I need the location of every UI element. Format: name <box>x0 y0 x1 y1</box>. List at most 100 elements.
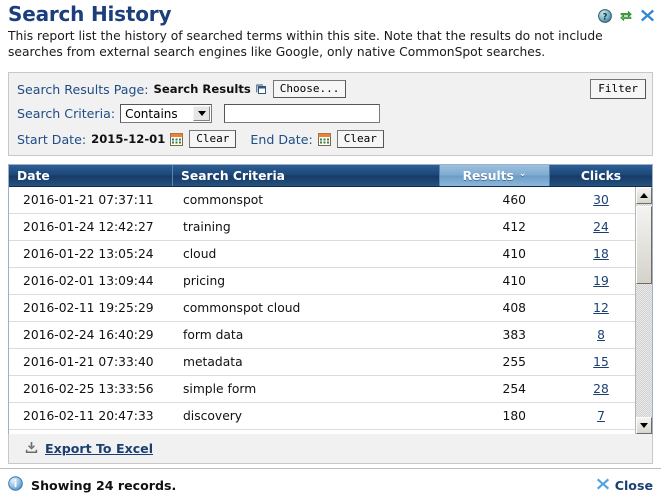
clicks-link[interactable]: 28 <box>593 382 609 396</box>
export-to-excel-link[interactable]: Export To Excel <box>45 441 153 456</box>
table-vertical-scrollbar[interactable] <box>635 187 652 434</box>
choose-button[interactable]: Choose... <box>272 80 347 98</box>
table-row: 2016-01-21 07:37:11 commonspot 460 30 <box>9 187 652 214</box>
column-header-search-criteria-label: Search Criteria <box>181 168 285 183</box>
column-header-results[interactable]: Results ⌄ <box>440 165 550 186</box>
page-description: This report list the history of searched… <box>8 29 603 59</box>
table-row: 2016-02-24 16:40:29 form data 383 8 <box>9 322 652 349</box>
start-date-clear-button[interactable]: Clear <box>189 130 237 148</box>
clicks-link[interactable]: 18 <box>593 247 609 261</box>
close-icon <box>596 476 610 495</box>
table-row: 2016-01-24 12:42:27 training 412 24 <box>9 214 652 241</box>
scroll-down-button[interactable] <box>636 417 652 434</box>
clicks-link[interactable]: 15 <box>593 355 609 369</box>
refresh-icon[interactable] <box>619 9 633 23</box>
start-date-value: 2015-12-01 <box>91 132 166 146</box>
table-row: 2016-02-11 20:47:33 discovery 180 7 <box>9 403 652 430</box>
end-date-calendar-icon[interactable] <box>317 132 331 146</box>
search-history-table: Date Search Criteria Results ⌄ Clicks 20… <box>8 164 653 434</box>
cell-results: 408 <box>502 301 526 315</box>
cell-search-criteria: training <box>183 220 231 234</box>
clicks-link[interactable]: 12 <box>593 301 609 315</box>
sort-descending-icon: ⌄ <box>518 169 527 179</box>
cell-search-criteria: form data <box>183 328 244 342</box>
table-row: 2016-02-01 13:09:44 pricing 410 19 <box>9 268 652 295</box>
start-date-calendar-icon[interactable] <box>170 132 184 146</box>
search-history-dialog: Search History ? This report list the hi… <box>0 0 661 501</box>
column-header-search-criteria[interactable]: Search Criteria <box>173 165 440 186</box>
clicks-link[interactable]: 24 <box>593 220 609 234</box>
table-row: 2016-01-21 07:33:40 metadata 255 15 <box>9 349 652 376</box>
svg-text:?: ? <box>603 12 608 22</box>
table-row: 2016-02-11 19:25:29 commonspot cloud 408 12 <box>9 295 652 322</box>
table-header-row: Date Search Criteria Results ⌄ Clicks <box>9 165 652 187</box>
search-criteria-label: Search Criteria: <box>17 106 116 121</box>
filter-row-dates: Start Date: 2015-12-01 Clear End Date: C… <box>17 130 384 148</box>
cell-date: 2016-02-11 20:47:33 <box>23 409 154 423</box>
cell-date: 2016-01-21 07:33:40 <box>23 355 154 369</box>
cell-results: 383 <box>502 328 526 342</box>
status-message-group: Showing 24 records. <box>8 475 177 495</box>
cell-search-criteria: pricing <box>183 274 226 288</box>
header-icon-group: ? <box>598 8 655 23</box>
results-page-value: Search Results <box>153 82 251 96</box>
status-message: Showing 24 records. <box>31 477 177 493</box>
criteria-value-input[interactable] <box>224 104 381 123</box>
cell-date: 2016-02-01 13:09:44 <box>23 274 154 288</box>
export-bar: Export To Excel <box>8 434 653 464</box>
cell-date: 2016-01-21 07:37:11 <box>23 193 154 207</box>
cell-results: 255 <box>502 355 526 369</box>
table-row: 2016-02-25 13:33:56 simple form 254 28 <box>9 376 652 403</box>
start-date-label: Start Date: <box>17 131 87 147</box>
column-header-date-label: Date <box>17 168 50 183</box>
cell-search-criteria: metadata <box>183 355 243 369</box>
clicks-link[interactable]: 8 <box>597 328 605 342</box>
cell-search-criteria: discovery <box>183 409 243 423</box>
cell-search-criteria: simple form <box>183 382 257 396</box>
export-icon <box>25 439 38 458</box>
open-popup-icon[interactable] <box>256 84 267 95</box>
criteria-operator-value: Contains <box>125 106 178 121</box>
cell-results: 412 <box>502 220 526 234</box>
close-button[interactable]: Close <box>596 476 653 495</box>
table-row: 2016-01-22 13:05:24 cloud 410 18 <box>9 241 652 268</box>
page-title: Search History <box>8 2 172 26</box>
filter-button[interactable]: Filter <box>590 79 646 99</box>
cell-date: 2016-01-22 13:05:24 <box>23 247 154 261</box>
scroll-up-button[interactable] <box>636 187 652 204</box>
cell-results: 460 <box>502 193 526 207</box>
filter-panel: Search Results Page: Search Results Choo… <box>8 72 653 156</box>
column-header-results-label: Results <box>462 168 514 183</box>
end-date-label: End Date: <box>250 131 313 147</box>
criteria-operator-select[interactable]: Contains <box>120 104 213 123</box>
cell-date: 2016-02-25 13:33:56 <box>23 382 154 396</box>
cell-search-criteria: commonspot <box>183 193 264 207</box>
clicks-link[interactable]: 19 <box>593 274 609 288</box>
help-icon[interactable]: ? <box>598 8 612 23</box>
info-icon <box>8 475 23 495</box>
table-body: 2016-01-21 07:37:11 commonspot 460 30 2016-0… <box>9 187 652 434</box>
cell-search-criteria: cloud <box>183 247 217 261</box>
status-bar: Showing 24 records. Close <box>0 468 661 501</box>
cell-search-criteria: commonspot cloud <box>183 301 301 315</box>
close-button-label: Close <box>614 477 653 493</box>
cell-results: 180 <box>502 409 526 423</box>
end-date-clear-button[interactable]: Clear <box>336 130 384 148</box>
chevron-down-icon[interactable] <box>193 106 211 121</box>
cell-results: 410 <box>502 274 526 288</box>
column-header-date[interactable]: Date <box>9 165 173 186</box>
close-icon[interactable] <box>640 8 655 23</box>
column-header-clicks[interactable]: Clicks <box>550 165 652 186</box>
filter-row-results-page: Search Results Page: Search Results Choo… <box>17 80 347 98</box>
clicks-link[interactable]: 30 <box>593 193 609 207</box>
cell-date: 2016-02-11 19:25:29 <box>23 301 154 315</box>
scrollbar-thumb[interactable] <box>636 206 652 284</box>
clicks-link[interactable]: 7 <box>597 409 605 423</box>
cell-results: 410 <box>502 247 526 261</box>
results-page-label: Search Results Page: <box>17 81 149 97</box>
cell-date: 2016-01-24 12:42:27 <box>23 220 154 234</box>
cell-date: 2016-02-24 16:40:29 <box>23 328 154 342</box>
cell-results: 254 <box>502 382 526 396</box>
filter-row-criteria: Search Criteria: Contains <box>17 104 381 123</box>
column-header-clicks-label: Clicks <box>580 168 622 183</box>
